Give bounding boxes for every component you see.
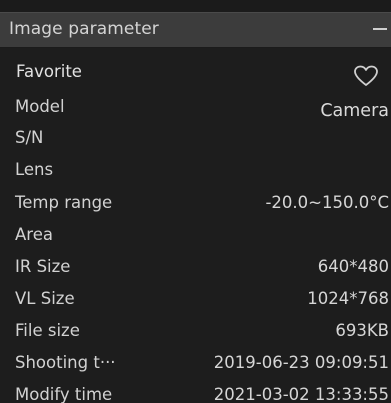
field-value: 2021-03-02 13:33:55 — [213, 385, 389, 403]
field-value: 1024*768 — [307, 289, 389, 308]
field-row-model: Model Camera — [0, 93, 391, 123]
field-label: Modify time — [15, 385, 113, 403]
parameter-list: Favorite Model Camera S/N Lens Temp rang… — [0, 48, 391, 403]
field-row-vl-size: VL Size 1024*768 — [0, 285, 391, 315]
favorite-row: Favorite — [0, 58, 391, 88]
image-parameter-panel: Image parameter Favorite Model Camera S/… — [0, 0, 391, 403]
field-row-lens: Lens — [0, 156, 391, 186]
heart-outline-icon[interactable] — [353, 64, 379, 88]
field-label: S/N — [15, 128, 44, 147]
favorite-label: Favorite — [16, 62, 82, 81]
field-label: Area — [15, 225, 53, 244]
panel-title: Image parameter — [9, 19, 159, 39]
field-row-area: Area — [0, 221, 391, 251]
minimize-icon[interactable] — [373, 28, 387, 30]
field-label: File size — [15, 321, 80, 340]
field-row-file-size: File size 693KB — [0, 317, 391, 347]
field-value: 2019-06-23 09:09:51 — [213, 353, 389, 372]
field-row-modify-time: Modify time 2021-03-02 13:33:55 — [0, 381, 391, 403]
field-value: 640*480 — [317, 257, 389, 276]
field-row-ir-size: IR Size 640*480 — [0, 253, 391, 283]
field-row-sn: S/N — [0, 124, 391, 154]
field-row-temp-range: Temp range -20.0~150.0°C — [0, 189, 391, 219]
field-row-shooting-time: Shooting t··· 2019-06-23 09:09:51 — [0, 349, 391, 379]
title-bar-background: Image parameter — [0, 12, 391, 47]
field-label: IR Size — [15, 257, 71, 276]
field-label: Lens — [15, 160, 54, 179]
field-label: Temp range — [15, 193, 113, 212]
field-value: -20.0~150.0°C — [265, 193, 389, 212]
field-value: Camera — [320, 101, 389, 121]
field-label: Shooting t··· — [15, 353, 116, 372]
field-label: VL Size — [15, 289, 75, 308]
panel-titlebar: Image parameter — [0, 0, 391, 50]
field-label: Model — [15, 97, 65, 116]
field-value: 693KB — [335, 321, 389, 340]
